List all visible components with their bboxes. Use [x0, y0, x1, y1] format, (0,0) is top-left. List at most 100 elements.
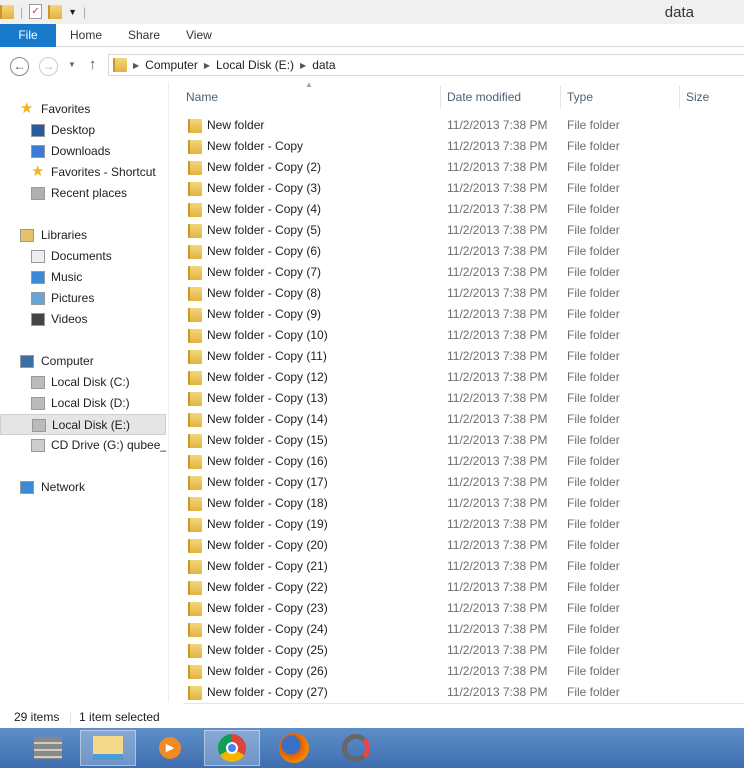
- column-type[interactable]: Type: [567, 90, 593, 104]
- sidebar-item[interactable]: Local Disk (E:): [0, 414, 166, 435]
- file-row[interactable]: New folder - Copy (22) 11/2/2013 7:38 PM F…: [183, 577, 744, 598]
- customize-dropdown-icon[interactable]: ▼: [68, 7, 77, 17]
- sidebar-item[interactable]: Network: [0, 477, 166, 498]
- column-name[interactable]: Name: [186, 90, 218, 104]
- taskbar-firewall[interactable]: [20, 730, 76, 766]
- libraries-icon: [20, 229, 34, 242]
- sidebar-item-label: Libraries: [41, 228, 88, 242]
- file-type: File folder: [567, 307, 620, 321]
- file-row[interactable]: New folder - Copy (18) 11/2/2013 7:38 PM F…: [183, 493, 744, 514]
- column-divider[interactable]: [560, 86, 561, 108]
- file-row[interactable]: New folder - Copy (15) 11/2/2013 7:38 PM F…: [183, 430, 744, 451]
- file-row[interactable]: New folder - Copy (20) 11/2/2013 7:38 PM F…: [183, 535, 744, 556]
- sidebar-item[interactable]: CD Drive (G:) qubee_r: [0, 435, 166, 456]
- file-type: File folder: [567, 223, 620, 237]
- sidebar-item[interactable]: Pictures: [0, 288, 166, 309]
- sidebar-item-label: Network: [41, 480, 86, 494]
- file-date: 11/2/2013 7:38 PM: [447, 349, 548, 363]
- file-row[interactable]: New folder - Copy (9) 11/2/2013 7:38 PM Fi…: [183, 304, 744, 325]
- taskbar-file-explorer[interactable]: [80, 730, 136, 766]
- recent-locations-dropdown[interactable]: ▼: [68, 60, 76, 69]
- sidebar-item-label: Favorites - Shortcut: [51, 165, 156, 179]
- sidebar-item[interactable]: Documents: [0, 246, 166, 267]
- file-date: 11/2/2013 7:38 PM: [447, 454, 548, 468]
- file-row[interactable]: New folder - Copy (21) 11/2/2013 7:38 PM F…: [183, 556, 744, 577]
- pane-divider[interactable]: [168, 82, 169, 702]
- file-date: 11/2/2013 7:38 PM: [447, 202, 548, 216]
- desktop-icon: [31, 124, 45, 137]
- pictures-icon: [31, 292, 45, 305]
- file-row[interactable]: New folder - Copy (2) 11/2/2013 7:38 PM Fi…: [183, 157, 744, 178]
- file-date: 11/2/2013 7:38 PM: [447, 181, 548, 195]
- up-button[interactable]: ↑: [89, 56, 97, 73]
- file-date: 11/2/2013 7:38 PM: [447, 601, 548, 615]
- sidebar-item-label: Local Disk (E:): [52, 418, 131, 432]
- file-row[interactable]: New folder - Copy (13) 11/2/2013 7:38 PM F…: [183, 388, 744, 409]
- file-row[interactable]: New folder - Copy (23) 11/2/2013 7:38 PM F…: [183, 598, 744, 619]
- file-row[interactable]: New folder - Copy (12) 11/2/2013 7:38 PM F…: [183, 367, 744, 388]
- column-size[interactable]: Size: [686, 90, 709, 104]
- breadcrumb-local-disk-e[interactable]: Local Disk (E:): [216, 58, 294, 72]
- folder-icon: [188, 623, 202, 637]
- sidebar-item[interactable]: ★ Favorites - Shortcut: [0, 162, 166, 183]
- forward-button[interactable]: →: [39, 57, 58, 76]
- tab-view[interactable]: View: [186, 24, 212, 47]
- title-bar: | ✓ ▼ | data: [0, 0, 744, 24]
- tab-home[interactable]: Home: [70, 24, 102, 47]
- sidebar-item-label: CD Drive (G:) qubee_r: [51, 438, 166, 452]
- sidebar-item[interactable]: Downloads: [0, 141, 166, 162]
- file-row[interactable]: New folder - Copy (17) 11/2/2013 7:38 PM F…: [183, 472, 744, 493]
- back-button[interactable]: ←: [10, 57, 29, 76]
- column-date-modified[interactable]: Date modified: [447, 90, 521, 104]
- file-row[interactable]: New folder - Copy (11) 11/2/2013 7:38 PM F…: [183, 346, 744, 367]
- sidebar-item[interactable]: Computer: [0, 351, 166, 372]
- file-name: New folder - Copy (18): [207, 496, 328, 510]
- file-row[interactable]: New folder - Copy (24) 11/2/2013 7:38 PM F…: [183, 619, 744, 640]
- tab-share[interactable]: Share: [128, 24, 160, 47]
- file-row[interactable]: New folder - Copy (25) 11/2/2013 7:38 PM F…: [183, 640, 744, 661]
- column-divider[interactable]: [679, 86, 680, 108]
- sidebar-item-label: Local Disk (D:): [51, 396, 130, 410]
- sidebar-item[interactable]: Libraries: [0, 225, 166, 246]
- properties-icon[interactable]: ✓: [29, 4, 43, 19]
- file-row[interactable]: New folder - Copy (8) 11/2/2013 7:38 PM Fi…: [183, 283, 744, 304]
- file-row[interactable]: New folder 11/2/2013 7:38 PM File folder: [183, 115, 744, 136]
- file-row[interactable]: New folder - Copy (27) 11/2/2013 7:38 PM F…: [183, 682, 744, 703]
- sidebar-item[interactable]: Desktop: [0, 120, 166, 141]
- file-date: 11/2/2013 7:38 PM: [447, 370, 548, 384]
- file-row[interactable]: New folder - Copy (4) 11/2/2013 7:38 PM Fi…: [183, 199, 744, 220]
- taskbar-chrome[interactable]: [204, 730, 260, 766]
- file-row[interactable]: New folder - Copy (3) 11/2/2013 7:38 PM Fi…: [183, 178, 744, 199]
- file-row[interactable]: New folder - Copy (6) 11/2/2013 7:38 PM Fi…: [183, 241, 744, 262]
- file-row[interactable]: New folder - Copy (19) 11/2/2013 7:38 PM F…: [183, 514, 744, 535]
- breadcrumb-computer[interactable]: Computer: [145, 58, 198, 72]
- star-icon: ★: [20, 100, 34, 117]
- file-row[interactable]: New folder - Copy (16) 11/2/2013 7:38 PM F…: [183, 451, 744, 472]
- column-divider[interactable]: [440, 86, 441, 108]
- taskbar: ▶: [0, 728, 744, 768]
- sidebar-item[interactable]: Recent places: [0, 183, 166, 204]
- file-row[interactable]: New folder - Copy (14) 11/2/2013 7:38 PM F…: [183, 409, 744, 430]
- sidebar-item[interactable]: ★ Favorites: [0, 99, 166, 120]
- sidebar-item[interactable]: Local Disk (D:): [0, 393, 166, 414]
- breadcrumb-data[interactable]: data: [312, 58, 335, 72]
- file-row[interactable]: New folder - Copy (7) 11/2/2013 7:38 PM Fi…: [183, 262, 744, 283]
- file-row[interactable]: New folder - Copy (5) 11/2/2013 7:38 PM Fi…: [183, 220, 744, 241]
- file-name: New folder - Copy (24): [207, 622, 328, 636]
- brick-wall-icon: [34, 737, 62, 759]
- taskbar-app[interactable]: [328, 730, 384, 766]
- tab-file[interactable]: File: [0, 24, 56, 47]
- file-row[interactable]: New folder - Copy (26) 11/2/2013 7:38 PM F…: [183, 661, 744, 682]
- file-row[interactable]: New folder - Copy (10) 11/2/2013 7:38 PM F…: [183, 325, 744, 346]
- sidebar-item[interactable]: Music: [0, 267, 166, 288]
- file-row[interactable]: New folder - Copy 11/2/2013 7:38 PM File f…: [183, 136, 744, 157]
- sidebar-item-label: Favorites: [41, 102, 91, 116]
- taskbar-media-player[interactable]: ▶: [142, 730, 198, 766]
- sidebar-item[interactable]: Local Disk (C:): [0, 372, 166, 393]
- folder-icon[interactable]: [0, 4, 14, 19]
- new-folder-icon[interactable]: [48, 4, 63, 19]
- sidebar-item[interactable]: Videos: [0, 309, 166, 330]
- address-bar[interactable]: ▶ Computer ▶ Local Disk (E:) ▶ data: [108, 54, 744, 76]
- file-type: File folder: [567, 454, 620, 468]
- taskbar-firefox[interactable]: [266, 730, 322, 766]
